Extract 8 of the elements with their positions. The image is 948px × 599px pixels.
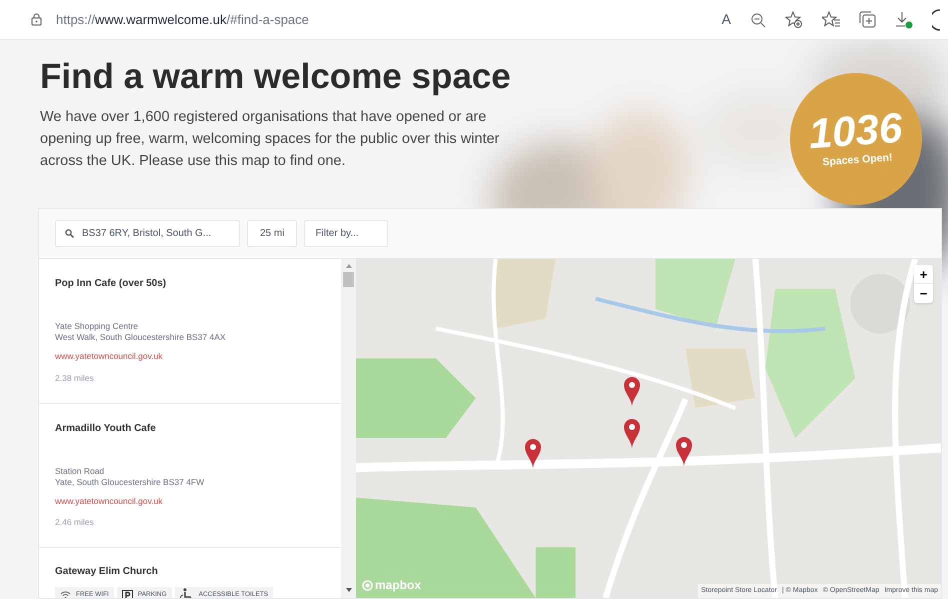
address-bar[interactable]: https://www.warmwelcome.uk/#find-a-space [56, 10, 309, 30]
favorites-icon[interactable] [822, 10, 840, 28]
lock-icon [31, 13, 42, 26]
collections-icon[interactable] [859, 11, 876, 28]
download-icon[interactable] [895, 10, 913, 28]
add-favorite-icon[interactable] [785, 10, 803, 28]
read-aloud-button[interactable]: A [722, 9, 731, 30]
zoom-out-icon[interactable] [750, 12, 766, 28]
